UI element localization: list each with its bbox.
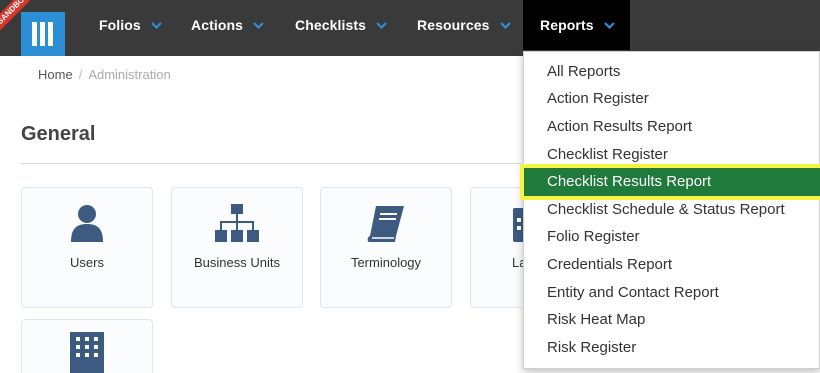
menu-item-risk-heat-map[interactable]: Risk Heat Map — [524, 307, 820, 333]
card-building[interactable] — [21, 319, 153, 373]
menu-item-action-results-report[interactable]: Action Results Report — [524, 114, 820, 140]
nav-reports-label: Reports — [540, 17, 594, 33]
menu-item-all-reports[interactable]: All Reports — [524, 59, 820, 85]
nav-resources-label: Resources — [417, 17, 490, 33]
reports-dropdown-menu: All Reports Action Register Action Resul… — [520, 51, 820, 369]
nav-checklists-label: Checklists — [295, 17, 367, 33]
nav-folios[interactable]: Folios — [99, 0, 162, 50]
card-users-label: Users — [70, 255, 104, 270]
top-nav-bar: SANDBOX Folios Actions Checklists Resour… — [0, 0, 820, 56]
menu-item-action-register[interactable]: Action Register — [524, 86, 820, 112]
nav-actions-label: Actions — [191, 17, 244, 33]
card-business-units[interactable]: Business Units — [171, 187, 303, 308]
nav-resources[interactable]: Resources — [417, 0, 511, 50]
menu-item-checklist-register[interactable]: Checklist Register — [524, 142, 820, 168]
menu-item-checklist-results-report[interactable]: Checklist Results Report — [520, 164, 820, 200]
section-title: General — [21, 123, 96, 145]
nav-checklists[interactable]: Checklists — [295, 0, 387, 50]
breadcrumb: Home / Administration — [38, 67, 171, 82]
card-terminology[interactable]: Terminology — [320, 187, 452, 308]
chevron-down-icon — [499, 21, 511, 29]
card-users[interactable]: Users — [21, 187, 153, 308]
menu-item-credentials-report[interactable]: Credentials Report — [524, 252, 820, 278]
nav-reports[interactable]: Reports — [523, 0, 630, 50]
chevron-down-icon — [151, 21, 162, 29]
chevron-down-icon — [603, 21, 615, 29]
card-business-units-label: Business Units — [194, 255, 280, 270]
nav-actions[interactable]: Actions — [191, 0, 264, 50]
building-icon — [70, 332, 104, 373]
user-icon — [71, 205, 103, 242]
book-icon — [367, 206, 404, 242]
nav-folios-label: Folios — [99, 17, 141, 33]
breadcrumb-current: Administration — [88, 67, 171, 82]
app-logo-icon[interactable] — [21, 12, 65, 56]
card-terminology-label: Terminology — [350, 255, 422, 270]
menu-item-risk-register[interactable]: Risk Register — [524, 335, 820, 361]
section-divider — [21, 163, 521, 164]
chevron-down-icon — [376, 21, 387, 29]
chevron-down-icon — [253, 21, 264, 29]
menu-item-entity-contact-report[interactable]: Entity and Contact Report — [524, 280, 820, 306]
breadcrumb-separator: / — [78, 67, 83, 82]
org-chart-icon — [215, 204, 259, 242]
breadcrumb-home[interactable]: Home — [38, 67, 73, 82]
menu-item-checklist-schedule-status-report[interactable]: Checklist Schedule & Status Report — [524, 197, 820, 223]
menu-item-folio-register[interactable]: Folio Register — [524, 224, 820, 250]
